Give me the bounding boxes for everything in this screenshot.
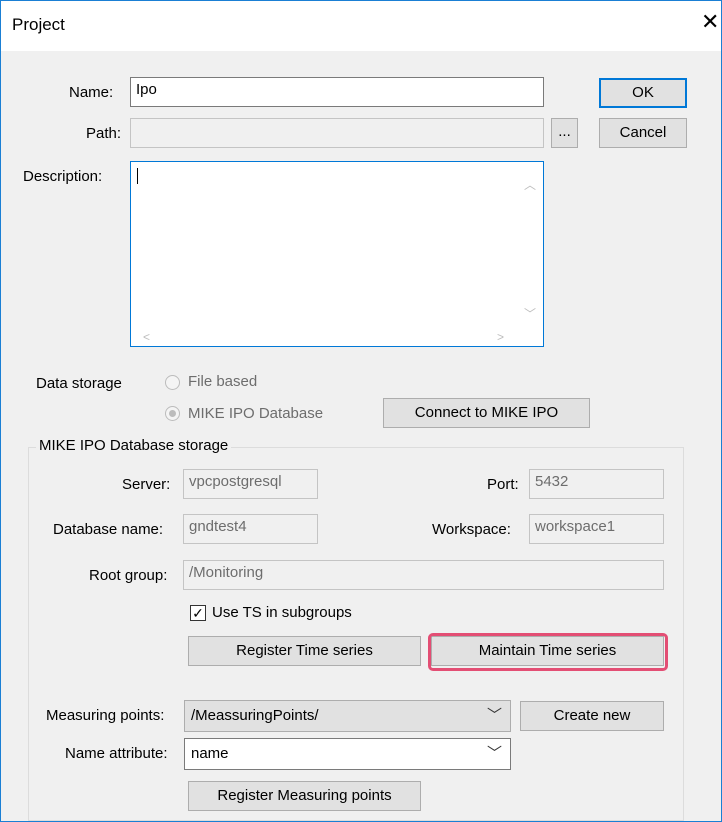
radio-file-based-label: File based (188, 373, 258, 390)
database-name-input[interactable]: gndtest4 (183, 514, 318, 544)
close-icon[interactable]: ✕ (701, 11, 719, 33)
use-ts-checkbox[interactable]: ✓ (190, 605, 206, 621)
measuring-points-label: Measuring points: (46, 707, 165, 724)
path-input[interactable] (130, 118, 544, 148)
path-label: Path: (86, 125, 122, 142)
name-attribute-select[interactable]: name ﹀ (184, 738, 511, 770)
scroll-down-arrow-icon[interactable]: ﹀ (524, 305, 536, 322)
register-measuring-points-button[interactable]: Register Measuring points (188, 781, 421, 811)
check-icon: ✓ (192, 605, 204, 621)
name-attribute-label: Name attribute: (65, 745, 168, 762)
root-group-label: Root group: (89, 567, 168, 584)
radio-mike-ipo-database-label: MIKE IPO Database (188, 405, 324, 422)
cancel-button[interactable]: Cancel (599, 118, 687, 148)
group-title: MIKE IPO Database storage (36, 437, 232, 454)
radio-file-based[interactable] (165, 375, 180, 390)
title-bar: Project ✕ (1, 1, 721, 51)
name-label: Name: (69, 84, 114, 101)
root-group-input[interactable]: /Monitoring (183, 560, 664, 590)
workspace-label: Workspace: (432, 521, 511, 538)
text-caret (137, 168, 138, 184)
scroll-right-arrow-icon[interactable]: > (497, 330, 504, 344)
server-input[interactable]: vpcpostgresql (183, 469, 318, 499)
port-label: Port: (487, 476, 519, 493)
database-name-label: Database name: (53, 521, 164, 538)
scroll-left-arrow-icon[interactable]: < (143, 330, 150, 344)
measuring-points-select[interactable]: /MeassuringPoints/ ﹀ (184, 700, 511, 732)
data-storage-label: Data storage (36, 375, 122, 392)
radio-mike-ipo-database[interactable] (165, 406, 180, 421)
name-attribute-value: name (191, 745, 229, 762)
highlight-annotation (428, 633, 668, 671)
port-input[interactable]: 5432 (529, 469, 664, 499)
use-ts-label: Use TS in subgroups (212, 604, 352, 621)
ok-button[interactable]: OK (599, 78, 687, 108)
create-new-button[interactable]: Create new (520, 701, 664, 731)
connect-button[interactable]: Connect to MIKE IPO (383, 398, 590, 428)
name-input[interactable]: Ipo (130, 77, 544, 107)
description-label: Description: (23, 168, 103, 185)
workspace-input[interactable]: workspace1 (529, 514, 664, 544)
measuring-points-value: /MeassuringPoints/ (191, 707, 319, 724)
browse-button[interactable]: ... (551, 118, 578, 148)
project-dialog: Project ✕ Name: Ipo Path: ... OK Cancel … (0, 0, 722, 822)
dialog-title: Project (12, 15, 65, 34)
register-time-series-button[interactable]: Register Time series (188, 636, 421, 666)
description-textarea[interactable]: ︿ ﹀ < > (130, 161, 544, 347)
scroll-up-arrow-icon[interactable]: ︿ (524, 176, 536, 193)
server-label: Server: (122, 476, 171, 493)
chevron-down-icon[interactable]: ﹀ (487, 701, 502, 731)
chevron-down-icon[interactable]: ﹀ (487, 739, 502, 769)
